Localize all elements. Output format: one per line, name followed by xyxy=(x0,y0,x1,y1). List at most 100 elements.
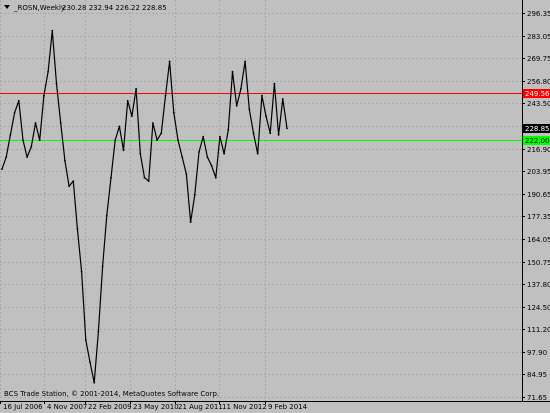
y-tick-label: 296.35 xyxy=(527,10,550,18)
x-tick-label: 16 Jul 2006 xyxy=(3,403,43,411)
price-point xyxy=(93,381,96,384)
price-point xyxy=(172,111,175,114)
price-point xyxy=(252,132,255,135)
price-point xyxy=(34,122,37,124)
y-tick-label: 84.95 xyxy=(527,371,547,379)
price-point xyxy=(1,168,3,171)
price-point xyxy=(114,139,117,142)
y-tick-label: 256.80 xyxy=(527,78,550,86)
price-point xyxy=(256,152,259,155)
price-point xyxy=(110,176,112,179)
price-point xyxy=(51,29,54,32)
price-point xyxy=(231,70,234,73)
price-point xyxy=(235,105,238,107)
price-point xyxy=(223,152,226,155)
chart-background xyxy=(0,0,550,413)
price-point xyxy=(30,146,33,148)
y-tick-label: 190.65 xyxy=(527,191,550,199)
y-tick-label: 177.35 xyxy=(527,213,550,221)
y-tick-label: 97.90 xyxy=(527,349,547,357)
price-point xyxy=(47,70,49,73)
price-point xyxy=(168,60,171,63)
price-point xyxy=(43,94,45,97)
ohlc-values: 230.28 232.94 226.22 228.85 xyxy=(62,4,167,12)
y-tick-label: 269.75 xyxy=(527,55,550,63)
symbol-label: _ROSN,Weekly xyxy=(13,4,65,12)
price-point xyxy=(13,111,16,114)
price-point xyxy=(202,135,205,138)
price-point xyxy=(198,151,200,153)
y-tick-label: 137.80 xyxy=(527,281,550,289)
price-point xyxy=(156,139,159,142)
price-point xyxy=(181,156,184,159)
x-tick-label: 11 Nov 2012 xyxy=(222,403,267,411)
price-point xyxy=(84,339,87,341)
y-tick-label: 164.05 xyxy=(527,236,550,244)
y-tick-label: 111.20 xyxy=(527,326,550,334)
x-tick-label: 22 Feb 2009 xyxy=(88,403,132,411)
level-price-label: 222.00 xyxy=(525,137,550,145)
chart-header: _ROSN,Weekly 230.28 232.94 226.22 228.85 xyxy=(4,4,167,12)
x-tick-label: 9 Feb 2014 xyxy=(268,403,308,411)
price-point xyxy=(189,221,192,224)
price-point xyxy=(126,99,129,102)
price-point xyxy=(219,135,221,138)
price-point xyxy=(240,87,242,90)
y-tick-label: 124.50 xyxy=(527,304,550,312)
price-point xyxy=(143,176,146,179)
price-chart[interactable]: 296.35283.05269.75256.80243.50230.20216.… xyxy=(0,0,550,413)
y-tick-label: 283.05 xyxy=(527,33,550,41)
price-point xyxy=(105,214,108,217)
price-point xyxy=(160,132,163,135)
price-point xyxy=(248,108,251,111)
price-point xyxy=(210,164,213,167)
price-point xyxy=(72,180,75,183)
price-point xyxy=(177,139,179,142)
price-point xyxy=(193,193,196,196)
current-price-label: 228.85 xyxy=(525,125,550,133)
price-point xyxy=(22,139,24,142)
price-point xyxy=(131,115,133,117)
price-point xyxy=(269,132,272,135)
price-point xyxy=(64,159,66,162)
price-point xyxy=(277,134,280,136)
price-point xyxy=(139,152,142,155)
price-point xyxy=(281,98,284,100)
price-point xyxy=(206,156,209,159)
price-point xyxy=(80,270,83,273)
price-point xyxy=(135,87,138,90)
price-point xyxy=(261,94,263,97)
price-point xyxy=(55,82,58,85)
y-tick-label: 203.95 xyxy=(527,168,550,176)
price-point xyxy=(164,94,167,97)
price-point xyxy=(89,361,91,364)
y-tick-label: 216.90 xyxy=(527,146,550,154)
price-point xyxy=(26,156,28,159)
copyright-text: BCS Trade Station, © 2001-2014, MetaQuot… xyxy=(4,390,219,398)
price-point xyxy=(68,185,70,188)
price-point xyxy=(147,180,150,183)
price-point xyxy=(122,149,125,152)
price-point xyxy=(38,139,41,142)
price-point xyxy=(5,156,8,159)
price-point xyxy=(9,134,12,136)
price-point xyxy=(59,122,62,124)
y-tick-label: 71.65 xyxy=(527,394,547,402)
price-point xyxy=(244,60,247,63)
price-point xyxy=(152,122,154,124)
price-point xyxy=(76,228,79,230)
price-point xyxy=(97,330,100,333)
y-tick-label: 150.75 xyxy=(527,259,550,267)
price-point xyxy=(273,82,276,85)
x-tick-label: 4 Nov 2007 xyxy=(47,403,87,411)
price-point xyxy=(265,115,267,117)
price-point xyxy=(17,99,20,102)
x-tick-label: 23 May 2010 xyxy=(133,403,179,411)
price-point xyxy=(101,265,104,268)
price-point xyxy=(286,127,288,130)
x-tick-label: 21 Aug 2011 xyxy=(178,403,223,411)
x-axis-labels: 16 Jul 2006 4 Nov 2007 22 Feb 2009 23 May 2… xyxy=(3,403,308,411)
price-point xyxy=(227,128,230,131)
price-point xyxy=(118,125,121,128)
y-tick-label: 243.50 xyxy=(527,100,550,108)
